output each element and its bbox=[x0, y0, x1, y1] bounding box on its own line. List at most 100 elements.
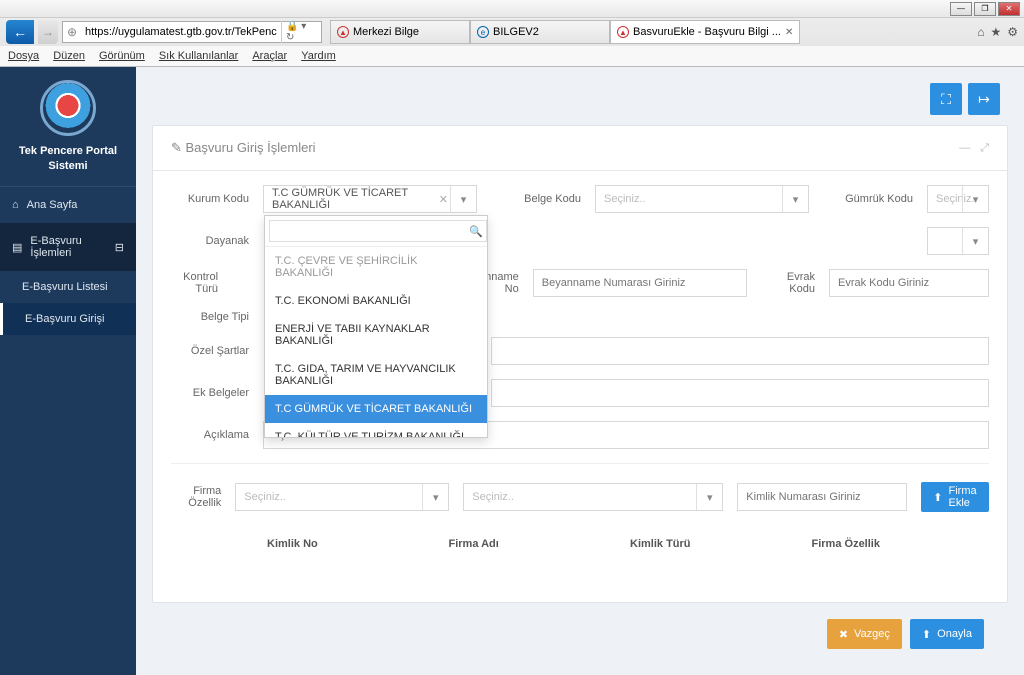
upload-icon: ⬆ bbox=[922, 628, 931, 641]
sidebar-item-ebasvuru-girisi[interactable]: E-Başvuru Girişi bbox=[0, 303, 136, 335]
nav-back-button[interactable]: ← bbox=[6, 20, 34, 44]
label-dayanak: Dayanak bbox=[171, 235, 249, 247]
menu-dosya[interactable]: Dosya bbox=[8, 50, 39, 62]
browser-tab[interactable]: ▲ Merkezi Bilge bbox=[330, 20, 470, 44]
menu-yardim[interactable]: Yardım bbox=[301, 50, 336, 62]
collapse-icon: ⊟ bbox=[115, 241, 124, 254]
vazgec-button[interactable]: ✖ Vazgeç bbox=[827, 619, 902, 649]
select-placeholder: Seçiniz.. bbox=[472, 491, 514, 503]
button-label: Firma Ekle bbox=[949, 485, 977, 509]
beyanname-input[interactable] bbox=[542, 277, 738, 289]
browser-tab-active[interactable]: ▲ BasvuruEkle - Başvuru Bilgi ... ✕ bbox=[610, 20, 800, 44]
panel-title: ✎ Başvuru Giriş İşlemleri bbox=[171, 140, 316, 156]
favorites-icon[interactable]: ★ bbox=[990, 25, 1001, 39]
label-ozel-sartlar: Özel Şartlar bbox=[171, 345, 249, 357]
menu-duzen[interactable]: Düzen bbox=[53, 50, 85, 62]
button-label: Onayla bbox=[937, 628, 972, 640]
label-belge-tipi: Belge Tipi bbox=[171, 311, 249, 323]
select-firma-ozellik-2[interactable]: Seçiniz.. ▾ bbox=[463, 483, 723, 511]
menu-araclar[interactable]: Araçlar bbox=[252, 50, 287, 62]
chevron-down-icon[interactable]: ▾ bbox=[782, 186, 808, 212]
chevron-down-icon[interactable]: ▾ bbox=[450, 186, 476, 212]
input-beyanname-no[interactable] bbox=[533, 269, 747, 297]
url-input[interactable] bbox=[81, 26, 281, 38]
input-kimlik-no[interactable] bbox=[737, 483, 907, 511]
url-controls[interactable]: 🔒 ▾ ↻ bbox=[281, 21, 321, 43]
dropdown-option[interactable]: ENERJİ VE TABII KAYNAKLAR BAKANLIĞI bbox=[265, 315, 487, 355]
th-firma-adi: Firma Adı bbox=[445, 538, 627, 550]
address-bar[interactable]: ⊕ 🔒 ▾ ↻ bbox=[62, 21, 322, 43]
input-ozel-sartlar[interactable] bbox=[491, 337, 989, 365]
app-logo bbox=[40, 80, 96, 136]
dropdown-search-input[interactable] bbox=[269, 220, 487, 242]
app-title: Tek Pencere Portal Sistemi bbox=[0, 144, 136, 173]
window-close[interactable]: ✕ bbox=[998, 2, 1020, 16]
firma-ekle-button[interactable]: ⬆ Firma Ekle bbox=[921, 482, 989, 512]
kimlik-input[interactable] bbox=[746, 491, 898, 503]
label-kurum-kodu: Kurum Kodu bbox=[171, 193, 249, 205]
dropdown-option-selected[interactable]: T.C GÜMRÜK VE TİCARET BAKANLIĞI bbox=[265, 395, 487, 423]
chevron-down-icon[interactable]: ▾ bbox=[962, 186, 988, 212]
dropdown-option[interactable]: T.C. KÜLTÜR VE TURİZM BAKANLIĞI bbox=[265, 423, 487, 437]
select-kurum-kodu[interactable]: T.C GÜMRÜK VE TİCARET BAKANLIĞI ✕ ▾ 🔍 T.… bbox=[263, 185, 477, 213]
list-icon: ▤ bbox=[12, 241, 22, 254]
sidebar: Tek Pencere Portal Sistemi ⌂ Ana Sayfa ▤… bbox=[0, 67, 136, 675]
upload-icon: ⬆ bbox=[933, 491, 942, 504]
close-icon: ✖ bbox=[839, 628, 848, 641]
th-kimlik-turu: Kimlik Türü bbox=[626, 538, 808, 550]
tab-favicon: e bbox=[477, 26, 489, 38]
chevron-down-icon[interactable]: ▾ bbox=[962, 228, 988, 254]
evrak-input[interactable] bbox=[838, 277, 980, 289]
tab-close-icon[interactable]: ✕ bbox=[785, 27, 793, 38]
label-kontrol-turu: Kontrol Türü bbox=[171, 271, 218, 295]
onayla-button[interactable]: ⬆ Onayla bbox=[910, 619, 984, 649]
label-firma-ozellik: Firma Özellik bbox=[171, 485, 221, 509]
sidebar-item-label: E-Başvuru Listesi bbox=[22, 281, 108, 293]
select-gumruk-kodu[interactable]: Seçiniz.. ▾ bbox=[927, 185, 989, 213]
select-placeholder: Seçiniz.. bbox=[604, 193, 646, 205]
th-kimlik-no: Kimlik No bbox=[263, 538, 445, 550]
panel-collapse-icon[interactable]: — bbox=[959, 142, 970, 155]
window-restore[interactable]: ❐ bbox=[974, 2, 996, 16]
fullscreen-button[interactable]: ⛶ bbox=[930, 83, 962, 115]
home-icon[interactable]: ⌂ bbox=[977, 25, 984, 39]
tab-favicon: ▲ bbox=[617, 26, 629, 38]
select-belge-kodu[interactable]: Seçiniz.. ▾ bbox=[595, 185, 809, 213]
chevron-down-icon[interactable]: ▾ bbox=[422, 484, 448, 510]
tab-label: BasvuruEkle - Başvuru Bilgi ... bbox=[633, 26, 781, 38]
menu-sik[interactable]: Sık Kullanılanlar bbox=[159, 50, 239, 62]
select-dayanak-right[interactable]: ▾ bbox=[927, 227, 989, 255]
dropdown-list[interactable]: T.C. ÇEVRE VE ŞEHİRCİLİK BAKANLIĞI T.C. … bbox=[265, 247, 487, 437]
window-minimize[interactable]: — bbox=[950, 2, 972, 16]
panel-basvuru-giris: ✎ Başvuru Giriş İşlemleri — ⤢ Kurum Kodu… bbox=[152, 125, 1008, 603]
clear-icon[interactable]: ✕ bbox=[439, 193, 448, 206]
window-titlebar: — ❐ ✕ bbox=[0, 0, 1024, 18]
sidebar-item-ebasvuru-listesi[interactable]: E-Başvuru Listesi bbox=[0, 271, 136, 303]
input-evrak-kodu[interactable] bbox=[829, 269, 989, 297]
label-gumruk-kodu: Gümrük Kodu bbox=[823, 193, 913, 205]
sidebar-group-ebasvuru[interactable]: ▤ E-Başvuru İşlemleri ⊟ bbox=[0, 223, 136, 271]
dropdown-option[interactable]: T.C. ÇEVRE VE ŞEHİRCİLİK BAKANLIĞI bbox=[265, 247, 487, 287]
browser-tabs: ▲ Merkezi Bilge e BILGEV2 ▲ BasvuruEkle … bbox=[330, 20, 800, 44]
logout-button[interactable]: ↦ bbox=[968, 83, 1000, 115]
dropdown-option[interactable]: T.C. GIDA, TARIM VE HAYVANCILIK BAKANLIĞ… bbox=[265, 355, 487, 395]
tools-icon[interactable]: ⚙ bbox=[1007, 25, 1018, 39]
label-ek-belgeler: Ek Belgeler bbox=[171, 387, 249, 399]
panel-expand-icon[interactable]: ⤢ bbox=[980, 142, 989, 155]
site-identity-icon: ⊕ bbox=[63, 25, 81, 39]
tab-favicon: ▲ bbox=[337, 26, 349, 38]
browser-tab[interactable]: e BILGEV2 bbox=[470, 20, 610, 44]
sidebar-item-label: E-Başvuru Girişi bbox=[25, 313, 104, 325]
browser-chrome: — ❐ ✕ ← → ⊕ 🔒 ▾ ↻ ▲ Merkezi Bilge e BILG… bbox=[0, 0, 1024, 67]
label-belge-kodu: Belge Kodu bbox=[491, 193, 581, 205]
nav-forward-button[interactable]: → bbox=[38, 20, 58, 44]
dropdown-kurum-kodu: 🔍 T.C. ÇEVRE VE ŞEHİRCİLİK BAKANLIĞI T.C… bbox=[264, 215, 488, 438]
chevron-down-icon[interactable]: ▾ bbox=[696, 484, 722, 510]
dropdown-option[interactable]: T.C. EKONOMİ BAKANLIĞI bbox=[265, 287, 487, 315]
sidebar-item-home[interactable]: ⌂ Ana Sayfa bbox=[0, 187, 136, 223]
menu-gorunum[interactable]: Görünüm bbox=[99, 50, 145, 62]
input-ek-belgeler[interactable] bbox=[491, 379, 989, 407]
tab-label: Merkezi Bilge bbox=[353, 26, 419, 38]
select-firma-ozellik[interactable]: Seçiniz.. ▾ bbox=[235, 483, 449, 511]
browser-menubar: Dosya Düzen Görünüm Sık Kullanılanlar Ar… bbox=[0, 46, 1024, 66]
